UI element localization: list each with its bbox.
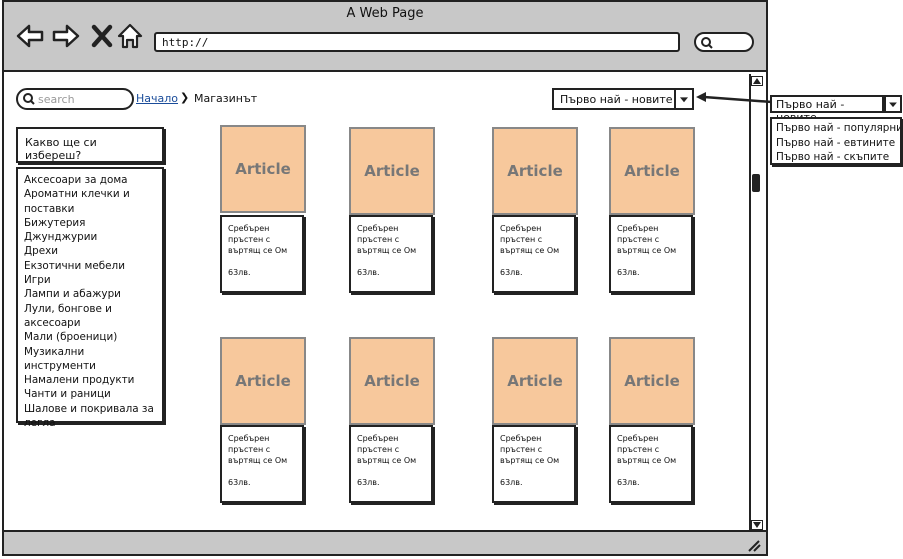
product-name: Сребърен пръстен с въртящ се Ом (357, 434, 417, 465)
category-item[interactable]: Намалени продукти (24, 373, 158, 387)
product-price: 63лв. (228, 268, 251, 277)
product-name: Сребърен пръстен с въртящ се Ом (500, 224, 560, 255)
category-item[interactable]: Лампи и абажури (24, 287, 158, 301)
product-name: Сребърен пръстен с въртящ се Ом (617, 224, 677, 255)
sort-dropdown-options: Първо най - популярните Първо най - евти… (770, 117, 902, 165)
product-name: Сребърен пръстен с въртящ се Ом (228, 224, 288, 255)
product-card[interactable]: Сребърен пръстен с въртящ се Ом 63лв. (609, 425, 693, 503)
back-arrow-icon[interactable] (16, 22, 44, 50)
scroll-up-icon[interactable] (751, 76, 763, 86)
category-item[interactable]: Аксесоари за дома (24, 173, 158, 187)
browser-search-field[interactable] (694, 32, 754, 52)
chevron-down-icon[interactable] (674, 88, 694, 110)
home-icon[interactable] (116, 22, 144, 50)
category-item[interactable]: Дрехи (24, 244, 158, 258)
vertical-scrollbar[interactable] (749, 74, 765, 530)
category-item[interactable]: Шалове и покривала за легла (24, 402, 158, 431)
category-item[interactable]: Джунджурии (24, 230, 158, 244)
category-item[interactable]: Екзотични мебели (24, 259, 158, 273)
category-item[interactable]: Бижутерия (24, 216, 158, 230)
product-image[interactable]: Article (349, 127, 435, 215)
product-image[interactable]: Article (492, 337, 578, 425)
product-card[interactable]: Сребърен пръстен с въртящ се Ом 63лв. (609, 215, 693, 293)
product-card[interactable]: Сребърен пръстен с въртящ се Ом 63лв. (220, 425, 304, 503)
sort-option[interactable]: Първо най - скъпите (776, 150, 900, 163)
category-item[interactable]: Мали (броеници) (24, 330, 158, 344)
search-icon (23, 93, 35, 105)
category-item[interactable]: Чанти и раници (24, 387, 158, 401)
product-card[interactable]: Сребърен пръстен с въртящ се Ом 63лв. (349, 425, 433, 503)
window-title: A Web Page (346, 6, 424, 21)
category-heading: Какво ще си избереш? (16, 127, 164, 163)
product-image[interactable]: Article (349, 337, 435, 425)
annotation-arrow-icon (696, 92, 773, 104)
product-price: 63лв. (617, 268, 640, 277)
category-item[interactable]: Игри (24, 273, 158, 287)
sort-option[interactable]: Първо най - евтините (776, 136, 900, 151)
category-list: Аксесоари за дома Ароматни клечки и пост… (16, 167, 164, 429)
scroll-down-icon[interactable] (751, 520, 763, 530)
resize-grip-icon[interactable] (746, 538, 762, 552)
product-name: Сребърен пръстен с въртящ се Ом (357, 224, 417, 255)
product-price: 63лв. (617, 478, 640, 487)
product-price: 63лв. (500, 268, 523, 277)
chevron-down-icon[interactable] (884, 95, 902, 113)
category-item[interactable]: Ароматни клечки и поставки (24, 187, 158, 216)
product-image[interactable]: Article (492, 127, 578, 215)
product-image[interactable]: Article (220, 337, 306, 425)
sort-select[interactable]: Първо най - новите (552, 88, 694, 110)
close-icon[interactable] (88, 22, 116, 50)
forward-arrow-icon[interactable] (52, 22, 80, 50)
breadcrumb-home-link[interactable]: Начало (136, 92, 178, 105)
breadcrumb-separator-icon: ❯ (180, 91, 190, 104)
sort-dropdown-select[interactable]: Първо най - новите (770, 95, 884, 124)
product-price: 63лв. (357, 268, 380, 277)
product-card[interactable]: Сребърен пръстен с въртящ се Ом 63лв. (492, 425, 576, 503)
product-price: 63лв. (500, 478, 523, 487)
product-card[interactable]: Сребърен пръстен с въртящ се Ом 63лв. (492, 215, 576, 293)
breadcrumb-current: Магазинът (194, 92, 258, 105)
product-price: 63лв. (228, 478, 251, 487)
product-card[interactable]: Сребърен пръстен с въртящ се Ом 63лв. (220, 215, 304, 293)
sort-option[interactable]: Първо най - популярните (776, 121, 900, 136)
search-icon (701, 37, 713, 49)
product-image[interactable]: Article (609, 337, 695, 425)
product-image[interactable]: Article (609, 127, 695, 215)
category-item[interactable]: Музикални инструменти (24, 345, 158, 374)
product-image[interactable]: Article (220, 125, 306, 213)
url-input[interactable]: http:// (154, 32, 680, 52)
product-card[interactable]: Сребърен пръстен с въртящ се Ом 63лв. (349, 215, 433, 293)
product-price: 63лв. (357, 478, 380, 487)
product-name: Сребърен пръстен с въртящ се Ом (228, 434, 288, 465)
product-name: Сребърен пръстен с въртящ се Ом (617, 434, 677, 465)
scrollbar-thumb[interactable] (752, 174, 760, 192)
status-bar (4, 530, 766, 554)
category-item[interactable]: Лули, бонгове и аксесоари (24, 302, 158, 331)
product-name: Сребърен пръстен с въртящ се Ом (500, 434, 560, 465)
